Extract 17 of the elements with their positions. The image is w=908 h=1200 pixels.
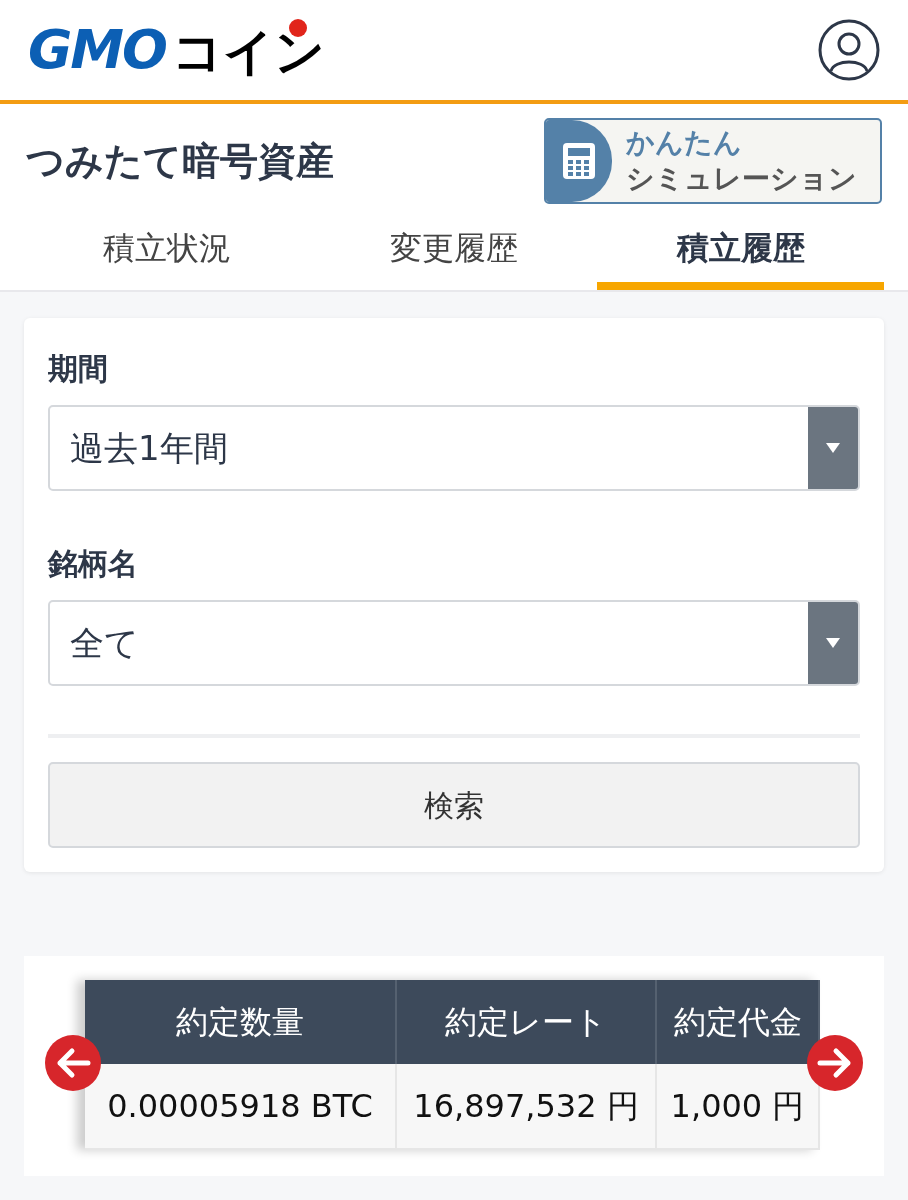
- dropdown-caret-icon: [825, 637, 841, 649]
- page-title: つみたて暗号資産: [26, 137, 334, 185]
- dropdown-select[interactable]: 過去1年間: [48, 405, 860, 491]
- tab[interactable]: 積立状況: [24, 214, 311, 290]
- dropdown-caret-icon: [825, 442, 841, 454]
- filter-label: 銘柄名: [48, 545, 139, 583]
- user-avatar-icon[interactable]: [818, 19, 880, 81]
- calculator-icon: [563, 143, 595, 179]
- dropdown-select[interactable]: 全て: [48, 600, 860, 686]
- tab[interactable]: 変更履歴: [310, 214, 598, 290]
- search-button[interactable]: 検索: [48, 762, 860, 848]
- simulation-button[interactable]: かんたん シミュレーション: [544, 118, 882, 204]
- filter-label: 期間: [48, 350, 109, 388]
- tab[interactable]: 積立履歴: [597, 214, 884, 290]
- scroll-right-icon[interactable]: [806, 1034, 864, 1092]
- scroll-left-icon[interactable]: [44, 1034, 102, 1092]
- table-cell: 16,897,532 円: [397, 1064, 657, 1148]
